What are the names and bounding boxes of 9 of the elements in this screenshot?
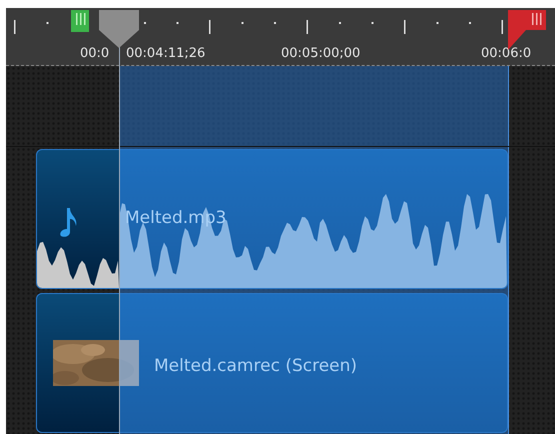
time-label: 00:0 [80, 46, 110, 61]
time-label: 00:04:11;26 [126, 46, 206, 61]
playhead-handle[interactable] [98, 10, 140, 48]
start-marker[interactable] [71, 10, 89, 32]
music-note-icon [59, 208, 79, 238]
time-label: 00:06:0 [481, 46, 532, 61]
time-label: 00:05:00;00 [281, 46, 360, 61]
video-clip[interactable]: Melted.camrec (Screen) [36, 293, 508, 433]
clip-name: Melted.camrec (Screen) [154, 356, 358, 376]
